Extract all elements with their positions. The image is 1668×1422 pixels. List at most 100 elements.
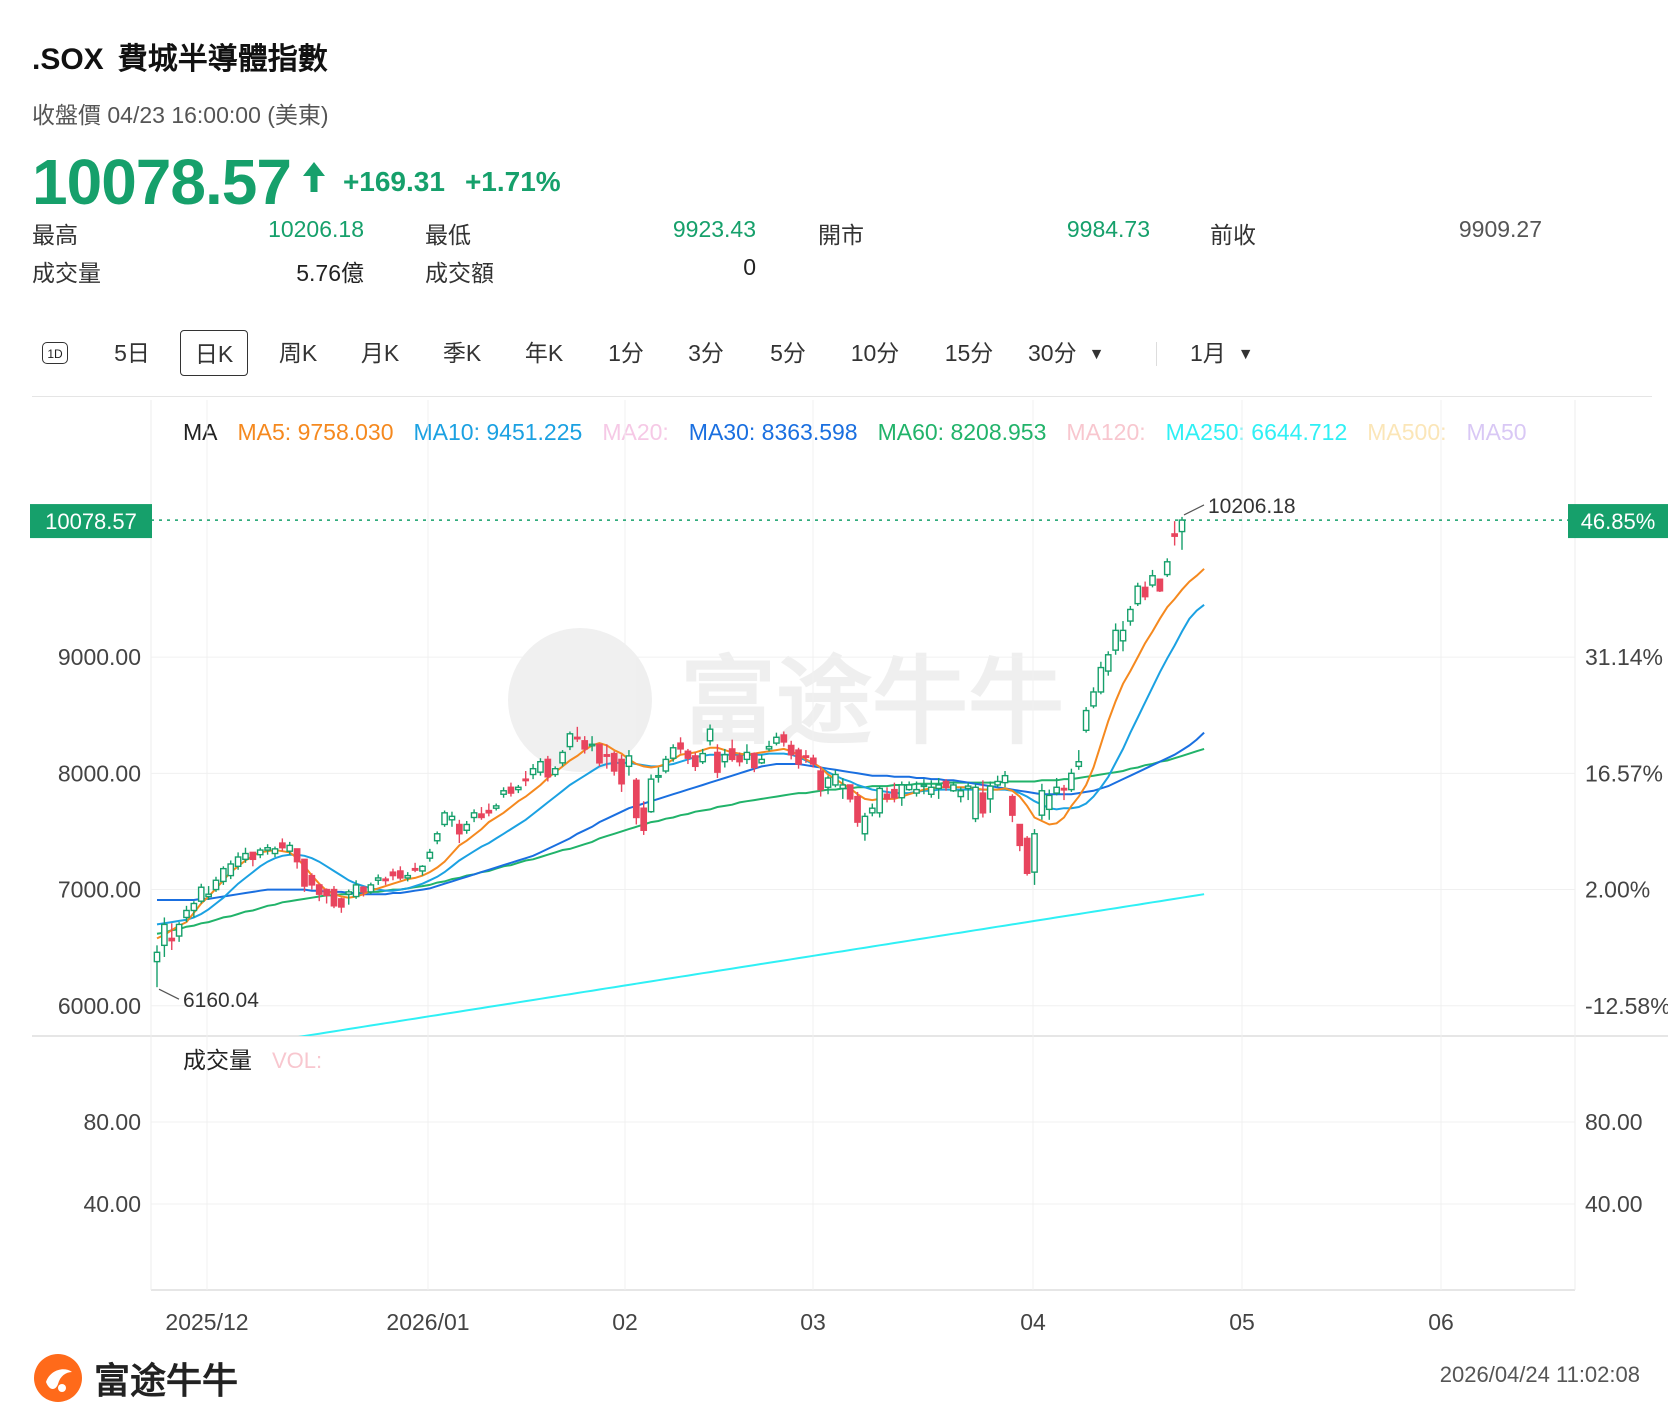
candle-body <box>433 833 441 842</box>
candle-body <box>1090 691 1097 707</box>
candle-body <box>360 886 367 893</box>
x-tick-label: 2026/01 <box>386 1309 469 1335</box>
ma-legend-item: MA20: <box>602 419 668 445</box>
candle-body <box>640 807 648 831</box>
candle-body <box>1097 666 1105 693</box>
low-marker-line <box>158 988 180 1000</box>
candle-body <box>315 884 323 895</box>
price-tick-label: 6000.00 <box>58 993 141 1019</box>
candle-body <box>920 784 928 788</box>
candle-body <box>573 736 581 740</box>
ma-legend-item: MA500: <box>1367 419 1446 445</box>
candle-body <box>286 844 294 852</box>
candle-body <box>809 757 817 765</box>
candle-body <box>927 786 935 795</box>
x-tick-label: 05 <box>1229 1309 1255 1335</box>
candle-body <box>1178 519 1186 533</box>
candle-body <box>367 884 375 893</box>
candle-body <box>795 749 802 765</box>
volume-title: 成交量 <box>183 1047 252 1073</box>
pct-tick-label: 2.00% <box>1585 877 1650 903</box>
low-marker-label: 6160.04 <box>183 989 259 1012</box>
pct-tick-label: 16.57% <box>1585 760 1663 786</box>
candle-body <box>411 867 419 871</box>
high-marker-label: 10206.18 <box>1208 495 1296 518</box>
candle-body <box>883 793 891 800</box>
volume-tick-label: 40.00 <box>83 1191 141 1217</box>
candle-body <box>455 823 463 835</box>
futu-logo-icon <box>34 1354 82 1402</box>
candle-body <box>308 874 316 886</box>
candle-body <box>1068 772 1075 791</box>
candle-body <box>802 755 810 759</box>
candle-body <box>1134 585 1142 605</box>
candle-body <box>183 909 190 919</box>
candle-body <box>190 902 198 912</box>
candle-body <box>618 758 625 785</box>
candlestick-chart[interactable]: 富途牛牛 MA MA5: 9758.030 MA10: 9451.225 MA20: M… <box>0 0 1668 1340</box>
candle-body <box>935 784 943 790</box>
candle-body <box>706 728 714 742</box>
candle-body <box>1119 629 1127 642</box>
candle-body <box>404 874 412 879</box>
candle-body <box>994 780 1002 786</box>
candle-body <box>389 871 397 877</box>
candle-body <box>832 773 839 786</box>
candle-body <box>647 778 655 813</box>
candle-body <box>256 849 264 856</box>
candle-body <box>979 792 987 814</box>
pct-tick-label: 31.14% <box>1585 644 1663 670</box>
watermark-text: 富途牛牛 <box>680 649 1064 756</box>
candle-body <box>677 742 684 750</box>
candle-body <box>714 751 721 773</box>
candle-body <box>1141 586 1149 598</box>
candle-body <box>337 898 345 908</box>
candle-body <box>1031 833 1038 873</box>
candle-body <box>1082 709 1090 732</box>
candle-body <box>610 752 618 772</box>
candle-body <box>750 752 758 769</box>
current-price-tag-text: 10078.57 <box>45 509 137 534</box>
price-axis: 9000.00 8000.00 7000.00 6000.00 <box>58 644 141 1019</box>
candle-body <box>957 790 965 798</box>
candle-body <box>293 848 301 863</box>
candle-body <box>175 923 183 937</box>
ma-legend-item: MA10: 9451.225 <box>414 419 583 445</box>
candle-body <box>478 813 485 819</box>
candle-body <box>507 786 515 794</box>
candle-body <box>773 736 780 744</box>
price-tick-label: 9000.00 <box>58 644 141 670</box>
ma-legend-item: MA60: 8208.953 <box>878 419 1047 445</box>
candle-body <box>544 758 552 778</box>
candle-body <box>950 784 957 792</box>
candle-body <box>736 755 743 763</box>
x-tick-label: 03 <box>800 1309 826 1335</box>
candle-body <box>1112 629 1119 651</box>
candle-body <box>330 888 338 907</box>
candle-body <box>972 786 979 820</box>
candle-body <box>551 767 559 776</box>
volume-axis-left: 80.00 40.00 <box>83 1109 141 1217</box>
candle-body <box>596 743 603 764</box>
candle-body <box>1163 561 1171 576</box>
candle-body <box>876 787 884 814</box>
ma-legend-item: MA <box>183 419 218 445</box>
candle-body <box>559 751 566 764</box>
candle-body <box>212 879 220 891</box>
candle-body <box>1149 575 1156 586</box>
candle-body <box>861 815 869 835</box>
ma250-line <box>298 893 1205 1036</box>
ma-legend-item: MA120: <box>1066 419 1145 445</box>
candle-body <box>588 743 596 747</box>
candle-body <box>153 951 161 963</box>
x-tick-label: 04 <box>1020 1309 1046 1335</box>
candle-body <box>161 923 168 947</box>
candle-body <box>1104 654 1112 672</box>
candle-body <box>1053 786 1060 794</box>
candle-body <box>197 886 205 902</box>
ma-legend-item: MA5: 9758.030 <box>238 419 394 445</box>
candle-body <box>500 790 507 795</box>
candle-body <box>242 852 249 861</box>
ma-legend-item: MA50 <box>1467 419 1527 445</box>
candle-body <box>964 785 972 790</box>
